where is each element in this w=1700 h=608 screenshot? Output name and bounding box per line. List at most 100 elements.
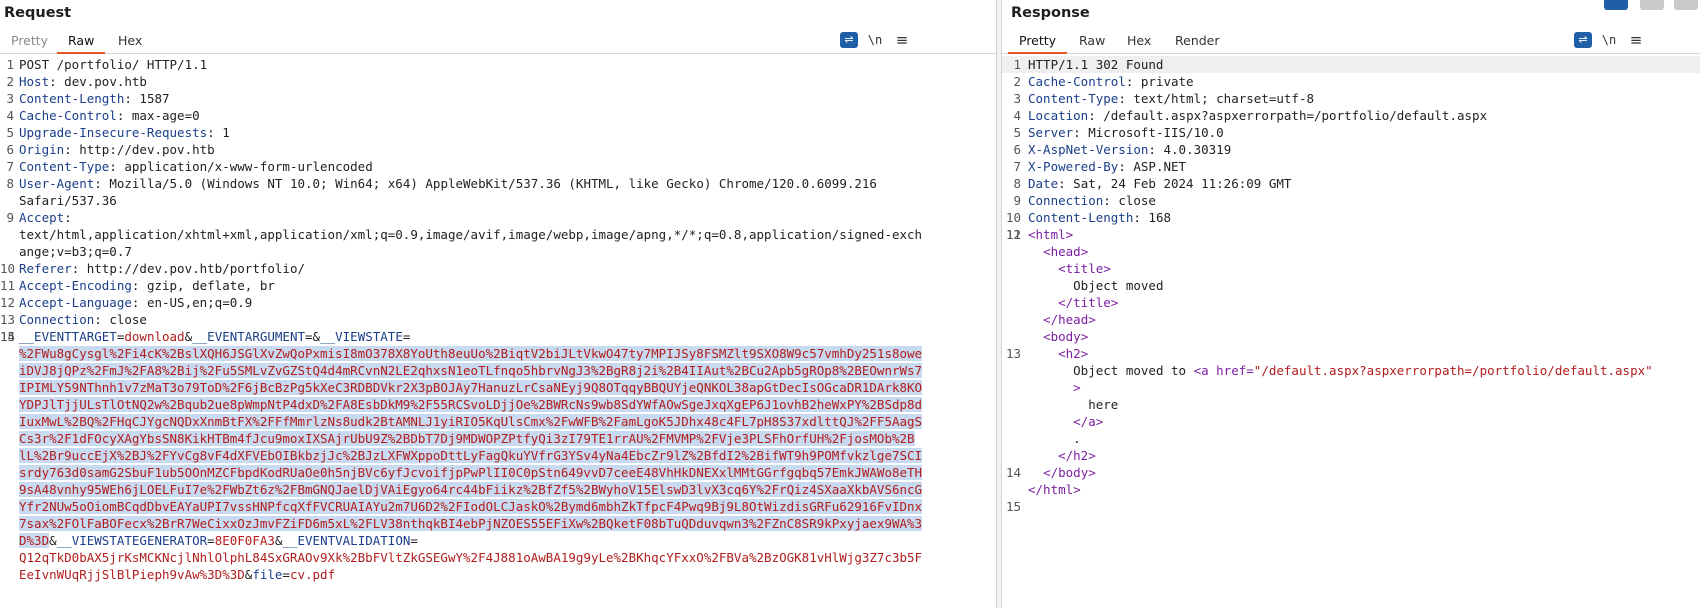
header-colon: : [94,312,110,327]
param-viewstate-value: IPIMLY59NThnh1v7zMaT3o79ToD%2F6jBcBzPg5k… [19,380,923,395]
response-tabbar: Pretty Raw Hex Render [1002,30,1700,54]
html-tag: </h2> [1058,448,1096,463]
code-line: 5 Upgrade-Insecure-Requests: 1 [0,124,996,141]
code-line: </a> [1002,413,1700,430]
line-number: 4 [1013,108,1021,123]
html-tag: <title> [1058,261,1111,276]
line-number: 2 [6,74,14,89]
param-file-value: cv.pdf [289,567,336,582]
request-menu-icon[interactable]: ≡ [895,32,909,50]
header-value: max-age=0 [131,108,200,123]
header-value: 4.0.30319 [1163,142,1232,157]
code-line: 3 Content-Length: 1587 [0,90,996,107]
response-tab-pretty[interactable]: Pretty [1008,32,1068,54]
request-tab-pretty[interactable]: Pretty [0,32,59,54]
layout-side-by-side-icon[interactable] [1604,0,1628,10]
request-tab-hex[interactable]: Hex [107,32,153,54]
viewstate-line: IuxMwL%2BQ%2FHqCJYgcNQDxXnmBtFX%2FFfMmrl… [0,413,996,430]
html-tag: > [1073,380,1081,395]
viewstate-line: YDPJlTjjULsTlOtNQ2w%2Bqub2ue8pWmpNtP4dxD… [0,396,996,413]
code-line: 4 Cache-Control: max-age=0 [0,107,996,124]
request-tab-raw[interactable]: Raw [57,32,106,54]
response-tab-render[interactable]: Render [1164,32,1231,54]
code-line: 5 Server: Microsoft-IIS/10.0 [1002,124,1700,141]
header-value: http://dev.pov.htb/portfolio/ [86,261,305,276]
request-editor[interactable]: 1 POST /portfolio/ HTTP/1.1 2 Host: dev.pov… [0,56,996,608]
code-line: 11 Accept-Encoding: gzip, deflate, br [0,277,996,294]
code-line: 12 Accept-Language: en-US,en;q=0.9 [0,294,996,311]
param-viewstate-name: __VIEWSTATE [320,329,403,344]
request-word-wrap-icon[interactable]: ⇌ [840,32,858,48]
viewstate-line: iDVJ8jQPz%2FmJ%2FA8%2Bij%2Fu5SMLvZvGZStQ… [0,362,996,379]
html-tag: </head> [1043,312,1096,327]
header-name: Cache-Control [1028,74,1126,89]
viewstate-line: 9sA48vnhy95WEh6jLOELFuI7e%2FWbZt6z%2FBmG… [0,481,996,498]
code-line: 8 User-Agent: Mozilla/5.0 (Windows NT 10.… [0,175,996,192]
param-equals: = [410,533,418,548]
code-line: 1 POST /portfolio/ HTTP/1.1 [0,56,996,73]
line-number: 13 [0,312,16,327]
html-tag: <a href= [1193,363,1254,378]
line-number: 12 [1005,227,1021,242]
eventvalidation-line: EeIvnWUqRjjSlBlPieph9vAw%3D%3D&file=cv.p… [0,566,996,583]
response-editor[interactable]: 1 HTTP/1.1 302 Found 2 Cache-Control: priva… [1002,56,1700,608]
code-line: </head> [1002,311,1700,328]
header-name: Content-Type [19,159,110,174]
header-name: Location [1028,108,1089,123]
code-line: 13 <h2> [1002,345,1700,362]
param-equals: = [305,329,313,344]
line-text: HTTP/1.1 302 Found [1028,57,1164,72]
viewstate-line: %2FWu8gCysgl%2Fi4cK%2BslXQH6JSGlXvZwQoPx… [0,345,996,362]
header-value: private [1140,74,1194,89]
response-tab-raw[interactable]: Raw [1068,32,1116,54]
header-colon: : [1088,108,1104,123]
code-line: 4 Location: /default.aspx?aspxerrorpath=/… [1002,107,1700,124]
code-line: 2 Cache-Control: private [1002,73,1700,90]
code-line-continued: Safari/537.36 [0,192,996,209]
header-name: Accept-Encoding [19,278,132,293]
viewstate-line: srdy763d0samG2SbuF1ub5OOnMZCFbpdKodRUaOe… [0,464,996,481]
html-tag: </html> [1028,482,1081,497]
header-name: Referer [19,261,72,276]
code-line: 12 <html> [1002,226,1700,243]
param-amp: & [49,533,57,548]
layout-stacked-icon[interactable] [1640,0,1664,10]
layout-tabs-icon[interactable] [1674,0,1698,10]
header-value-wrap: ange;v=b3;q=0.7 [19,244,132,259]
header-name: Cache-Control [19,108,117,123]
line-number: 9 [6,210,14,225]
response-menu-icon[interactable]: ≡ [1629,32,1643,50]
header-value: http://dev.pov.htb [79,142,215,157]
param-equals: = [282,567,290,582]
header-value: close [109,312,147,327]
response-word-wrap-icon[interactable]: ⇌ [1574,32,1592,48]
eventvalidation-line: Q12qTkD0bAX5jrKsMCKNcjlNhlOlphL84SxGRAOv… [0,549,996,566]
html-attr-value: "/default.aspx?aspxerrorpath=/portfolio/… [1253,363,1653,378]
response-tab-hex[interactable]: Hex [1116,32,1162,54]
line-number: 4 [6,108,14,123]
html-text: here [1088,397,1119,412]
header-colon: : [64,210,80,225]
request-newline-icon[interactable]: \n [866,32,884,50]
line-number: 1 [6,57,14,72]
header-colon: : [207,125,223,140]
viewstate-line: 7sax%2FOlFaBOFecx%2BrR7WeCixxOzJmvFZiFD6… [0,515,996,532]
param-equals: = [402,329,411,344]
html-text: Object moved [1073,278,1164,293]
code-line: 8 Date: Sat, 24 Feb 2024 11:26:09 GMT [1002,175,1700,192]
header-name: Content-Length [1028,210,1134,225]
response-newline-icon[interactable]: \n [1600,32,1618,50]
header-colon: : [64,142,80,157]
header-name: Connection [19,312,95,327]
param-viewstate-value: Yfr2NUw5oOiomBCqdDbvEAYaUPI7vssHNPfcqXfF… [19,499,923,514]
header-name: X-Powered-By [1028,159,1119,174]
param-eventvalidation-value: EeIvnWUqRjjSlBlPieph9vAw%3D%3D [19,567,245,582]
code-line: . [1002,430,1700,447]
code-line: </h2> [1002,447,1700,464]
line-number: 7 [6,159,14,174]
